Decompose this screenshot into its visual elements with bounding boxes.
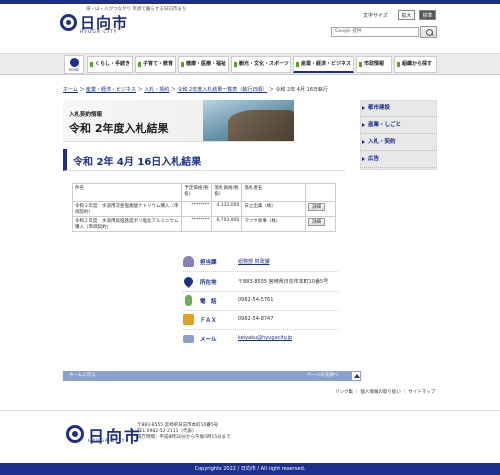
footer-logo-subtitle: HYUGA CITY <box>88 439 126 444</box>
cell-name: 令和２年度 水道用高塩基度ポリ塩化アルミニウム購入（単価契約） <box>71 216 183 232</box>
column-header-planned: 予定価格(税抜) <box>181 183 213 202</box>
contact-divider <box>183 329 338 330</box>
location-pin-icon <box>182 275 195 288</box>
page-title-box: 令和 2年 4月 16日入札結果 <box>63 149 345 171</box>
table-row: 令和２年度 水道用高塩基度ポリ塩化アルミニウム購入（単価契約） ********… <box>71 216 336 232</box>
breadcrumb-results-list[interactable]: 令和 2年度入札結果一覧表（執行日順） <box>177 87 267 93</box>
person-icon <box>183 256 194 267</box>
contact-fax: ＦＡＸ 0982-54-8747 <box>183 312 333 328</box>
contact-divider <box>183 291 338 292</box>
contact-fax-label: ＦＡＸ <box>200 318 217 324</box>
contact-department: 担当課 総務部 財政課 <box>183 254 333 270</box>
page-title: 令和 2年 4月 16日入札結果 <box>73 157 202 168</box>
breadcrumb: ホーム ＞ 産業・経済・ビジネス ＞ 入札・契約 ＞ 令和 2年度入札結果一覧表… <box>63 87 328 93</box>
banner-rock-image <box>228 110 294 141</box>
text-size-label: 文字サイズ <box>363 13 388 19</box>
sidebar-item-urban[interactable]: 都市建設 <box>360 100 437 117</box>
contact-divider <box>183 271 338 272</box>
sidebar-menu: 都市建設 産業・しごと 入札・契約 広告 <box>360 100 437 168</box>
table-header-row: 件名 予定価格(税抜) 落札価格(税抜) 落札者名 <box>71 183 336 202</box>
contact-mail-label: メール <box>200 337 217 343</box>
search-input[interactable]: Google 提供 <box>331 27 419 37</box>
contact-fax-value: 0982-54-8747 <box>238 316 274 322</box>
city-logo-icon[interactable] <box>60 14 77 31</box>
cell-price: 4,332,000 <box>211 201 243 217</box>
breadcrumb-home[interactable]: ホーム <box>63 87 78 93</box>
nav-item-health[interactable]: 健康・医療・福祉 <box>178 56 229 73</box>
mail-icon <box>183 335 194 343</box>
column-header-winner: 落札者名 <box>241 183 307 202</box>
cell-winner: 日之出薬（株） <box>241 201 307 217</box>
cell-planned: ******** <box>181 216 213 232</box>
nav-item-childcare[interactable]: 子育て・教育 <box>135 56 176 73</box>
footer-logo-icon <box>66 425 84 443</box>
sidebar-item-bidding[interactable]: 入札・契約 <box>360 134 437 151</box>
detail-button[interactable]: 詳細 <box>308 218 326 226</box>
banner-category: 入札契約情報 <box>69 112 103 118</box>
page-top-link[interactable]: ページの先頭へ <box>307 372 338 378</box>
cell-price: 6,703,900 <box>211 216 243 232</box>
section-banner: 入札契約情報 令和 2年度入札結果 <box>63 100 294 142</box>
contact-phone: 電 話 0982-54-5761 <box>183 293 333 309</box>
bid-results-table: 件名 予定価格(税抜) 落札価格(税抜) 落札者名 令和２年度 水道用次亜塩素酸… <box>71 183 336 232</box>
cell-action: 詳細 <box>305 216 336 232</box>
nav-item-industry[interactable]: 産業・経済・ビジネス <box>293 56 354 73</box>
detail-button[interactable]: 詳細 <box>308 203 326 211</box>
cell-planned: ******** <box>181 201 213 217</box>
text-size-large-button[interactable]: 拡大 <box>398 10 415 20</box>
cell-name: 令和２年度 水道用次亜塩素酸ナトリウム購入（単価契約） <box>71 201 183 217</box>
nav-item-living[interactable]: くらし・手続き <box>87 56 133 73</box>
contact-address-label: 所在地 <box>200 280 217 286</box>
contact-address-value: 〒883-8555 宮崎県日向市本町10番5号 <box>238 279 329 285</box>
nav-item-tourism[interactable]: 観光・文化・スポーツ <box>231 56 291 73</box>
cell-action: 詳細 <box>305 201 336 217</box>
sidebar-item-industry[interactable]: 産業・しごと <box>360 117 437 134</box>
contact-phone-value: 0982-54-5761 <box>238 297 274 303</box>
site-logo-subtitle: HYUGA CITY <box>80 30 118 35</box>
cell-winner: マツヤ商事（株） <box>241 216 307 232</box>
copyright: Copyrights 2022 / 日向市 / All right reserv… <box>0 463 500 475</box>
breadcrumb-industry[interactable]: 産業・経済・ビジネス <box>86 87 136 93</box>
table-row: 令和２年度 水道用次亜塩素酸ナトリウム購入（単価契約） ******** 4,3… <box>71 201 336 217</box>
text-size-standard-button[interactable]: 標準 <box>419 10 436 20</box>
phone-icon <box>185 295 192 306</box>
breadcrumb-current: 令和 2年 4月 16日執行 <box>275 87 328 93</box>
scroll-top-icon[interactable] <box>351 371 361 381</box>
breadcrumb-bidding[interactable]: 入札・契約 <box>144 87 169 93</box>
footer-address: 〒883-8555 宮崎県日向市本町10番5号 TEL:0982-52-2111… <box>137 423 231 441</box>
contact-mail-link[interactable]: keiyaku@hyugacity.jp <box>238 335 292 341</box>
nav-item-organization[interactable]: 組織から探す <box>394 56 437 73</box>
contact-phone-label: 電 話 <box>200 299 217 305</box>
search-button[interactable] <box>420 26 437 38</box>
back-to-home-link[interactable]: ホームに戻る <box>69 372 96 378</box>
banner-title: 令和 2年度入札結果 <box>69 122 169 135</box>
contact-divider <box>183 310 338 311</box>
contact-department-link[interactable]: 総務部 財政課 <box>238 258 270 265</box>
contact-address: 所在地 〒883-8555 宮崎県日向市本町10番5号 <box>182 274 333 290</box>
column-header-action <box>305 183 336 202</box>
nav-home-button[interactable]: HOME <box>64 55 84 74</box>
nav-item-city-info[interactable]: 市政情報 <box>356 56 392 73</box>
footer-links[interactable]: リンク集 ｜ 個人情報の取り扱い ｜ サイトマップ <box>335 389 435 395</box>
sidebar-item-ads[interactable]: 広告 <box>360 151 437 168</box>
column-header-price: 落札価格(税抜) <box>211 183 243 202</box>
nav-home-label: HOME <box>68 68 80 72</box>
column-header-name: 件名 <box>71 183 183 202</box>
home-icon <box>70 58 79 67</box>
fax-icon <box>183 314 194 325</box>
footer-hours-line: 開庁時間：平成8時30分から午後5時15分まで <box>137 435 231 440</box>
contact-mail: メール keiyaku@hyugacity.jp <box>183 331 333 347</box>
contact-department-label: 担当課 <box>200 260 217 266</box>
